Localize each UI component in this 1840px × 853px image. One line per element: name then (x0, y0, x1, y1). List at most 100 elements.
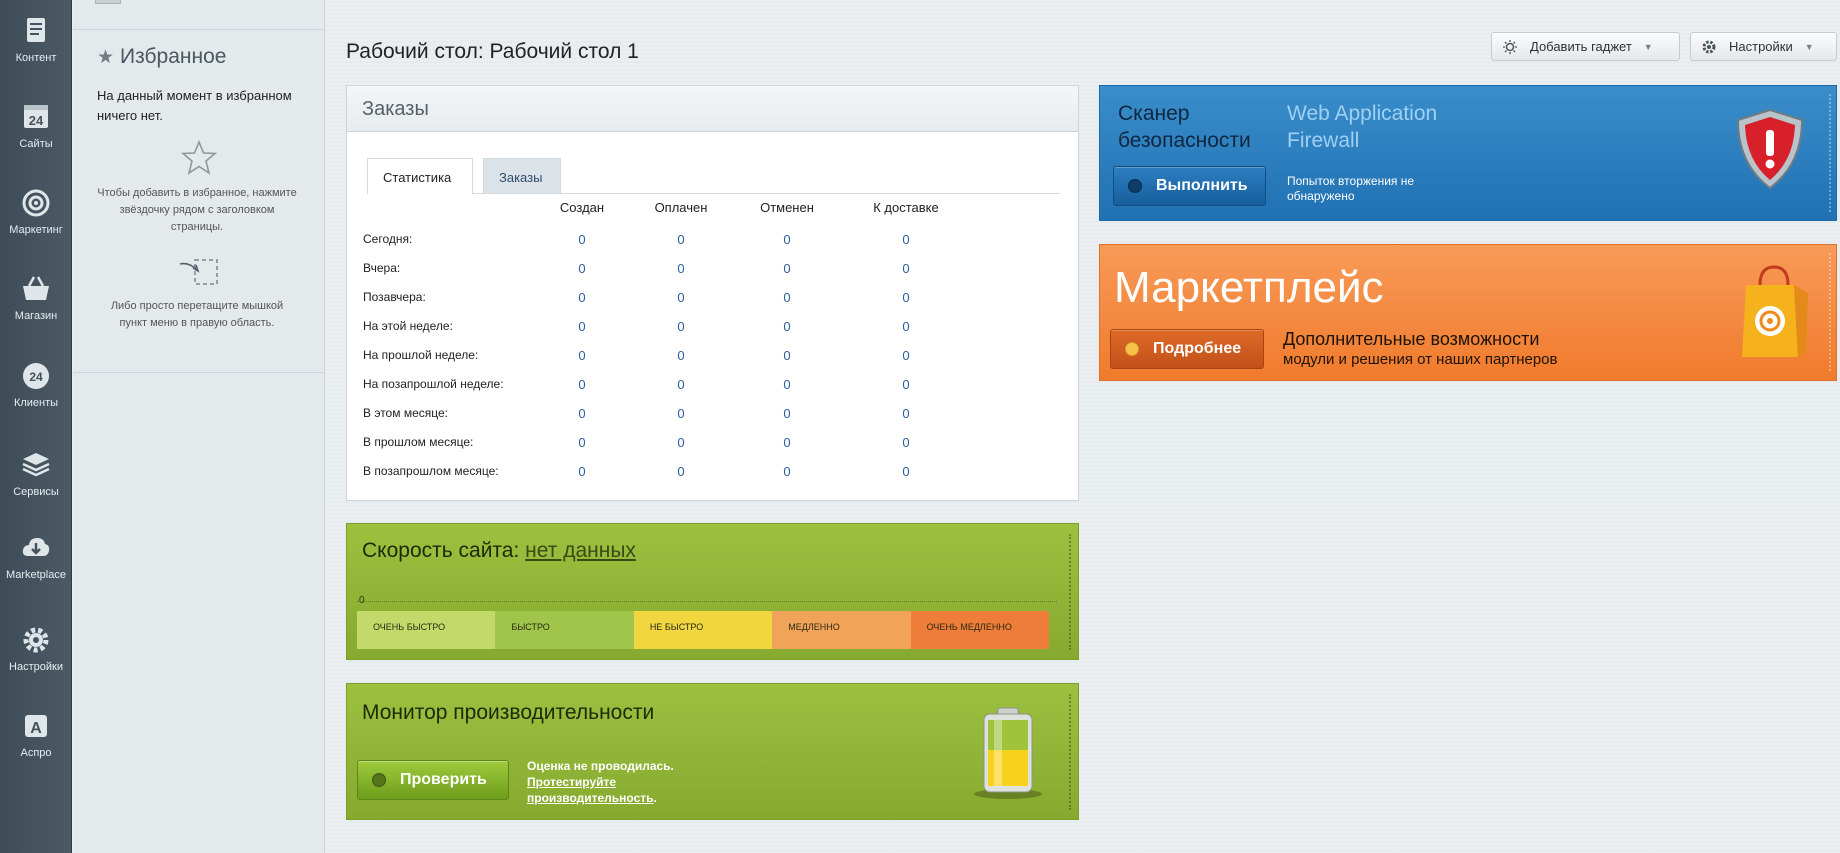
menu-item-sites[interactable]: 24 Сайты (0, 86, 72, 168)
table-cell-value[interactable]: 0 (737, 290, 837, 305)
table-cell-value[interactable]: 0 (631, 232, 731, 247)
table-cell-value[interactable]: 0 (737, 435, 837, 450)
speed-segment: БЫСТРО (495, 611, 634, 649)
table-cell-value[interactable]: 0 (631, 435, 731, 450)
menu-label: Контент (15, 52, 57, 64)
menu-item-aspro[interactable]: A Аспро (0, 695, 72, 777)
table-cell-value[interactable]: 0 (737, 406, 837, 421)
table-cell-value[interactable]: 0 (856, 406, 956, 421)
table-cell-value[interactable]: 0 (737, 348, 837, 363)
favorites-title-text: Избранное (120, 45, 227, 68)
menu-label: Настройки (9, 661, 63, 673)
menu-label: Marketplace (6, 569, 66, 581)
check-button[interactable]: Проверить (357, 760, 509, 800)
speed-segment: НЕ БЫСТРО (633, 611, 773, 649)
favorites-top-bar (73, 0, 325, 30)
table-cell-value[interactable]: 0 (737, 464, 837, 479)
menu-item-clients[interactable]: 24 Клиенты (0, 345, 72, 427)
battery-icon (974, 707, 1042, 799)
menu-item-shop[interactable]: Магазин (0, 258, 72, 340)
speed-title-label: Скорость сайта: (362, 539, 520, 562)
star-icon: ★ (97, 47, 115, 68)
table-cell-value[interactable]: 0 (737, 261, 837, 276)
more-button-label: Подробнее (1153, 340, 1242, 357)
table-cell-value[interactable]: 0 (856, 348, 956, 363)
table-cell-value[interactable]: 0 (532, 232, 632, 247)
drag-handle[interactable] (1829, 94, 1832, 212)
table-cell-value[interactable]: 0 (631, 319, 731, 334)
shield-icon (1736, 108, 1804, 190)
menu-label: Магазин (14, 310, 58, 322)
tab-statistics[interactable]: Статистика (367, 158, 473, 194)
table-row-label: На позапрошлой неделе: (363, 377, 504, 391)
services-icon (22, 453, 50, 477)
table-cell-value[interactable]: 0 (856, 435, 956, 450)
drag-handle[interactable] (1829, 253, 1832, 371)
collapse-handle[interactable] (95, 0, 121, 4)
star-outline-icon (180, 140, 218, 175)
menu-item-services[interactable]: Сервисы (0, 434, 72, 516)
table-cell-value[interactable]: 0 (856, 261, 956, 276)
settings-icon (23, 627, 49, 653)
table-cell-value[interactable]: 0 (856, 319, 956, 334)
add-gadget-button[interactable]: Добавить гаджет ▼ (1491, 32, 1680, 61)
table-row-label: Позавчера: (363, 290, 426, 304)
table-cell-value[interactable]: 0 (737, 232, 837, 247)
add-gadget-label: Добавить гаджет (1530, 39, 1632, 54)
perf-test-link[interactable]: Протестируйте производительность (527, 775, 654, 805)
marketplace-title: Маркетплейс (1114, 263, 1384, 312)
menu-item-content[interactable]: Контент (0, 0, 72, 82)
menu-item-settings[interactable]: Настройки (0, 609, 72, 691)
perf-title: Монитор производительности (362, 701, 655, 724)
drag-handle[interactable] (1069, 534, 1072, 650)
menu-label: Клиенты (13, 397, 59, 409)
table-cell-value[interactable]: 0 (532, 464, 632, 479)
table-cell-value[interactable]: 0 (737, 319, 837, 334)
orders-title[interactable]: Заказы (347, 86, 1078, 132)
svg-text:24: 24 (29, 370, 43, 384)
favorites-hint-star: Чтобы добавить в избранное, нажмите звёз… (97, 187, 297, 233)
table-cell-value[interactable]: 0 (856, 464, 956, 479)
table-row-label: В позапрошлом месяце: (363, 464, 499, 478)
favorites-divider (73, 372, 325, 373)
tab-orders[interactable]: Заказы (483, 158, 561, 194)
settings-label: Настройки (1729, 39, 1793, 54)
favorites-empty-text: На данный момент в избранном ничего нет. (97, 88, 292, 123)
table-cell-value[interactable]: 0 (532, 435, 632, 450)
run-button-label: Выполнить (1156, 177, 1248, 194)
page-title: Рабочий стол: Рабочий стол 1 (346, 40, 639, 63)
scanner-note: Попыток вторжения не обнаружено (1287, 174, 1415, 203)
table-cell-value[interactable]: 0 (856, 377, 956, 392)
run-button[interactable]: Выполнить (1113, 166, 1266, 206)
table-cell-value[interactable]: 0 (532, 261, 632, 276)
more-button[interactable]: Подробнее (1110, 329, 1264, 369)
table-cell-value[interactable]: 0 (856, 290, 956, 305)
table-cell-value[interactable]: 0 (532, 377, 632, 392)
table-cell-value[interactable]: 0 (856, 232, 956, 247)
speed-title: Скорость сайта: нет данных (362, 539, 636, 563)
drag-handle[interactable] (1069, 694, 1072, 810)
table-cell-value[interactable]: 0 (631, 261, 731, 276)
table-cell-value[interactable]: 0 (631, 290, 731, 305)
table-cell-value[interactable]: 0 (532, 290, 632, 305)
column-header: Отменен (760, 200, 814, 215)
button-dot-icon (372, 773, 386, 787)
menu-label: Маркетинг (9, 224, 63, 236)
marketplace-gadget: Маркетплейс Подробнее Дополнительные воз… (1099, 244, 1837, 381)
table-row-label: Сегодня: (363, 232, 413, 246)
menu-item-marketplace[interactable]: Marketplace (0, 517, 72, 599)
table-cell-value[interactable]: 0 (737, 377, 837, 392)
button-dot-icon (1128, 179, 1142, 193)
table-cell-value[interactable]: 0 (631, 377, 731, 392)
column-header: Создан (559, 200, 605, 215)
table-cell-value[interactable]: 0 (631, 406, 731, 421)
table-cell-value[interactable]: 0 (532, 319, 632, 334)
favorites-panel: ★ Избранное На данный момент в избранном … (73, 0, 325, 853)
table-cell-value[interactable]: 0 (532, 348, 632, 363)
table-cell-value[interactable]: 0 (631, 464, 731, 479)
menu-item-marketing[interactable]: Маркетинг (0, 172, 72, 254)
settings-button[interactable]: Настройки ▼ (1690, 32, 1837, 61)
speed-value-link[interactable]: нет данных (525, 539, 636, 562)
table-cell-value[interactable]: 0 (631, 348, 731, 363)
table-cell-value[interactable]: 0 (532, 406, 632, 421)
